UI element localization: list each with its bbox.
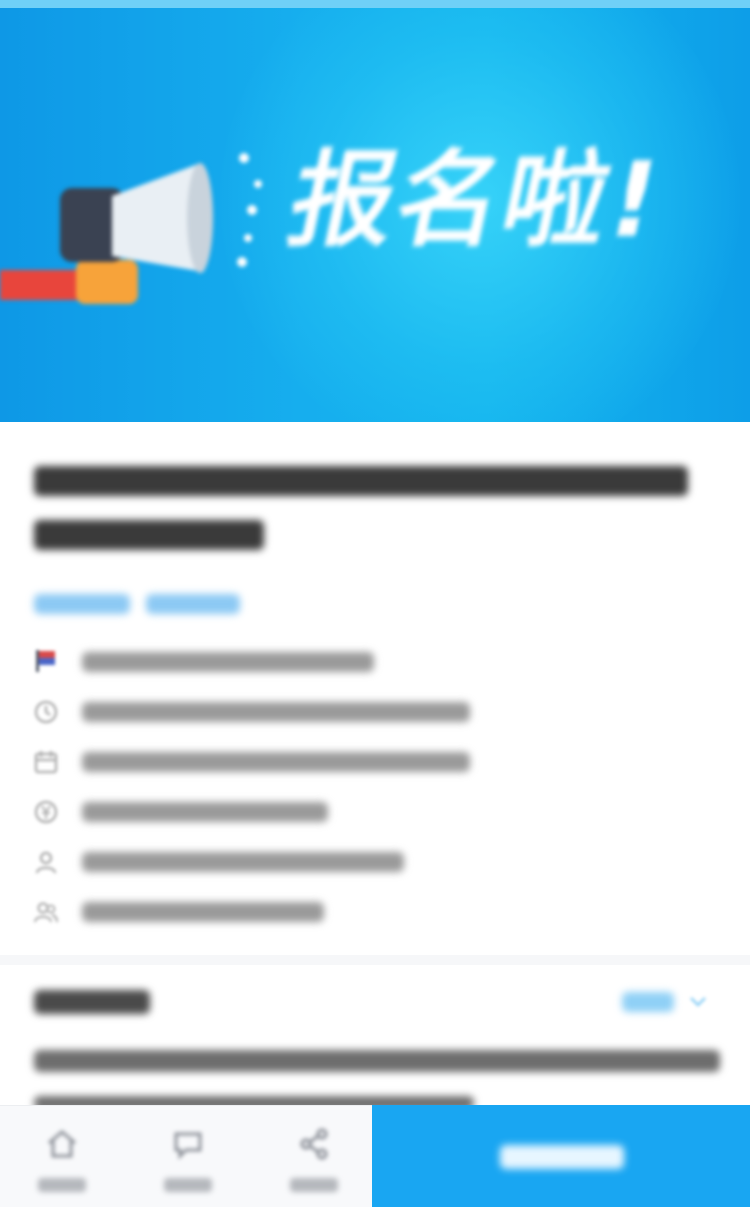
details-heading bbox=[34, 990, 150, 1014]
megaphone-rim bbox=[187, 163, 213, 273]
share-icon[interactable] bbox=[296, 1126, 332, 1162]
user-icon bbox=[35, 851, 57, 874]
bottom-action-label bbox=[290, 1178, 338, 1192]
fee-text bbox=[82, 802, 328, 822]
register-button[interactable] bbox=[372, 1105, 750, 1207]
calendar-icon bbox=[34, 751, 58, 774]
deadline-text bbox=[82, 752, 470, 772]
event-tag[interactable] bbox=[34, 594, 130, 614]
flag-icon bbox=[36, 650, 55, 672]
capacity-text bbox=[82, 902, 324, 922]
event-tag[interactable] bbox=[146, 594, 240, 614]
group-icon bbox=[33, 902, 59, 923]
megaphone-handle bbox=[0, 270, 86, 300]
sound-wave-dots bbox=[237, 153, 262, 267]
register-button-label bbox=[500, 1145, 624, 1169]
event-title-line-1 bbox=[34, 466, 688, 496]
bottom-action-comment[interactable] bbox=[126, 1106, 250, 1207]
bottom-action-label bbox=[164, 1178, 212, 1192]
event-detail-page: 报名啦! bbox=[0, 0, 750, 1207]
details-text-line-1 bbox=[34, 1050, 720, 1072]
bottom-action-label bbox=[38, 1178, 86, 1192]
organizer-text bbox=[82, 652, 374, 672]
event-banner: 报名啦! bbox=[0, 0, 750, 422]
comment-icon[interactable] bbox=[170, 1126, 206, 1162]
section-divider bbox=[0, 955, 750, 965]
details-expand-label[interactable] bbox=[622, 992, 674, 1012]
megaphone-grip bbox=[76, 260, 138, 304]
chevron-down-icon[interactable] bbox=[688, 994, 708, 1010]
start-time-text bbox=[82, 702, 470, 722]
signup-count-text bbox=[82, 852, 404, 872]
yen-icon bbox=[34, 800, 58, 824]
bottom-action-home[interactable] bbox=[0, 1106, 124, 1207]
event-title-line-2 bbox=[34, 520, 264, 550]
clock-icon bbox=[34, 700, 58, 724]
bottom-action-share[interactable] bbox=[252, 1106, 376, 1207]
home-icon[interactable] bbox=[44, 1126, 80, 1162]
banner-headline: 报名啦! bbox=[279, 139, 673, 261]
